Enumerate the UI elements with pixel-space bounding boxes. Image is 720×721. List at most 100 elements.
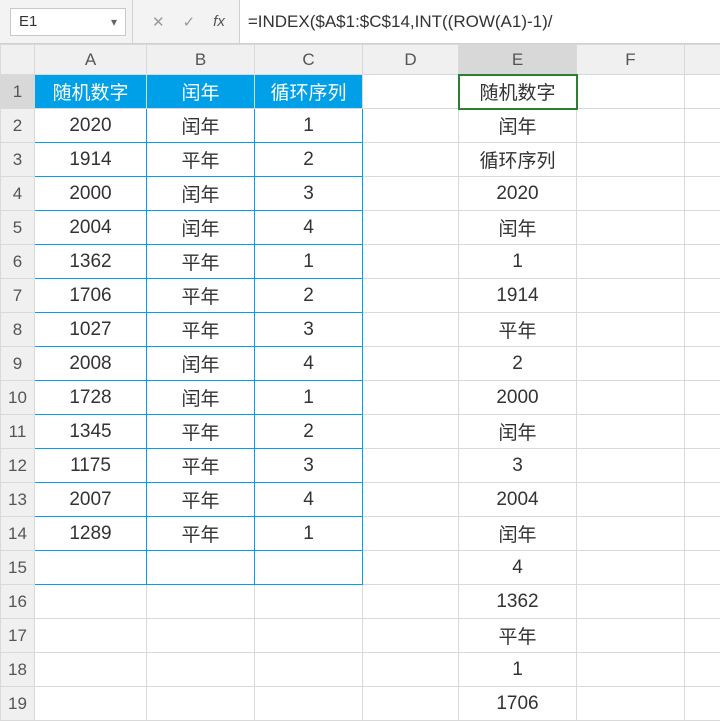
- cell[interactable]: 2020: [35, 109, 147, 143]
- cell[interactable]: 循环序列: [459, 143, 577, 177]
- cell[interactable]: 1: [459, 653, 577, 687]
- row-header-5[interactable]: 5: [1, 211, 35, 245]
- cell[interactable]: 3: [255, 449, 363, 483]
- cell[interactable]: [685, 687, 720, 721]
- cell[interactable]: [35, 585, 147, 619]
- cell[interactable]: 闰年: [459, 415, 577, 449]
- cell[interactable]: [685, 415, 720, 449]
- cell[interactable]: 平年: [147, 279, 255, 313]
- cell[interactable]: 平年: [147, 517, 255, 551]
- cell[interactable]: [147, 653, 255, 687]
- cell[interactable]: [685, 211, 720, 245]
- cell[interactable]: [577, 177, 685, 211]
- cell[interactable]: 1: [255, 109, 363, 143]
- col-header-D[interactable]: D: [363, 45, 459, 75]
- row-header-6[interactable]: 6: [1, 245, 35, 279]
- cell[interactable]: 1: [459, 245, 577, 279]
- cell[interactable]: [255, 687, 363, 721]
- cell[interactable]: [255, 551, 363, 585]
- row-header-16[interactable]: 16: [1, 585, 35, 619]
- cell[interactable]: [363, 211, 459, 245]
- cell[interactable]: 4: [255, 211, 363, 245]
- cell[interactable]: [685, 143, 720, 177]
- cell[interactable]: [685, 517, 720, 551]
- cell[interactable]: 1728: [35, 381, 147, 415]
- col-header-B[interactable]: B: [147, 45, 255, 75]
- cell[interactable]: 2004: [459, 483, 577, 517]
- cell[interactable]: 2007: [35, 483, 147, 517]
- cell[interactable]: [255, 585, 363, 619]
- row-header-17[interactable]: 17: [1, 619, 35, 653]
- col-header-A[interactable]: A: [35, 45, 147, 75]
- cell[interactable]: [35, 653, 147, 687]
- row-header-7[interactable]: 7: [1, 279, 35, 313]
- cell[interactable]: 2: [255, 143, 363, 177]
- cell[interactable]: [577, 483, 685, 517]
- cell[interactable]: 闰年: [147, 75, 255, 109]
- col-header-F[interactable]: F: [577, 45, 685, 75]
- cell[interactable]: [363, 619, 459, 653]
- cell[interactable]: [363, 279, 459, 313]
- cell[interactable]: [363, 143, 459, 177]
- cell[interactable]: [577, 551, 685, 585]
- cell[interactable]: 随机数字: [35, 75, 147, 109]
- cell[interactable]: [577, 619, 685, 653]
- row-header-2[interactable]: 2: [1, 109, 35, 143]
- row-header-1[interactable]: 1: [1, 75, 35, 109]
- cell[interactable]: [685, 177, 720, 211]
- cell[interactable]: 平年: [459, 313, 577, 347]
- cell[interactable]: [363, 551, 459, 585]
- cell[interactable]: [577, 211, 685, 245]
- row-header-8[interactable]: 8: [1, 313, 35, 347]
- cell[interactable]: 1289: [35, 517, 147, 551]
- cell[interactable]: 1: [255, 517, 363, 551]
- cell[interactable]: [363, 245, 459, 279]
- cell[interactable]: [363, 653, 459, 687]
- cell[interactable]: 平年: [147, 483, 255, 517]
- cell[interactable]: [685, 347, 720, 381]
- cell[interactable]: 2004: [35, 211, 147, 245]
- cell[interactable]: [363, 347, 459, 381]
- cell[interactable]: 2000: [459, 381, 577, 415]
- cell[interactable]: [577, 347, 685, 381]
- confirm-icon[interactable]: ✓: [183, 13, 196, 31]
- cell[interactable]: [363, 313, 459, 347]
- cell[interactable]: [147, 619, 255, 653]
- cell[interactable]: [577, 517, 685, 551]
- cell[interactable]: 闰年: [459, 517, 577, 551]
- row-header-3[interactable]: 3: [1, 143, 35, 177]
- row-header-13[interactable]: 13: [1, 483, 35, 517]
- cell[interactable]: [363, 687, 459, 721]
- cell[interactable]: [363, 517, 459, 551]
- cell[interactable]: [35, 551, 147, 585]
- cell[interactable]: [363, 381, 459, 415]
- cell[interactable]: [577, 415, 685, 449]
- cell[interactable]: [685, 619, 720, 653]
- cell[interactable]: [577, 245, 685, 279]
- cell[interactable]: 1: [255, 245, 363, 279]
- cell[interactable]: 1706: [459, 687, 577, 721]
- cell[interactable]: 循环序列: [255, 75, 363, 109]
- cell[interactable]: [577, 109, 685, 143]
- cell[interactable]: 2: [255, 415, 363, 449]
- cell[interactable]: [685, 483, 720, 517]
- cell[interactable]: 平年: [147, 415, 255, 449]
- cell[interactable]: [685, 653, 720, 687]
- cell[interactable]: [363, 449, 459, 483]
- cell[interactable]: 3: [255, 313, 363, 347]
- cell[interactable]: 平年: [147, 313, 255, 347]
- row-header-14[interactable]: 14: [1, 517, 35, 551]
- spreadsheet-grid[interactable]: A B C D E F 1随机数字闰年循环序列随机数字22020闰年1闰年319…: [0, 44, 720, 721]
- cell[interactable]: 2020: [459, 177, 577, 211]
- cell[interactable]: 闰年: [147, 109, 255, 143]
- cell[interactable]: [363, 109, 459, 143]
- cell[interactable]: [577, 653, 685, 687]
- row-header-15[interactable]: 15: [1, 551, 35, 585]
- name-box[interactable]: E1 ▾: [10, 8, 126, 36]
- cell[interactable]: 1: [255, 381, 363, 415]
- cell[interactable]: [147, 585, 255, 619]
- name-box-dropdown-icon[interactable]: ▾: [111, 15, 117, 29]
- cell[interactable]: [685, 313, 720, 347]
- cell[interactable]: 4: [255, 483, 363, 517]
- cell[interactable]: [685, 585, 720, 619]
